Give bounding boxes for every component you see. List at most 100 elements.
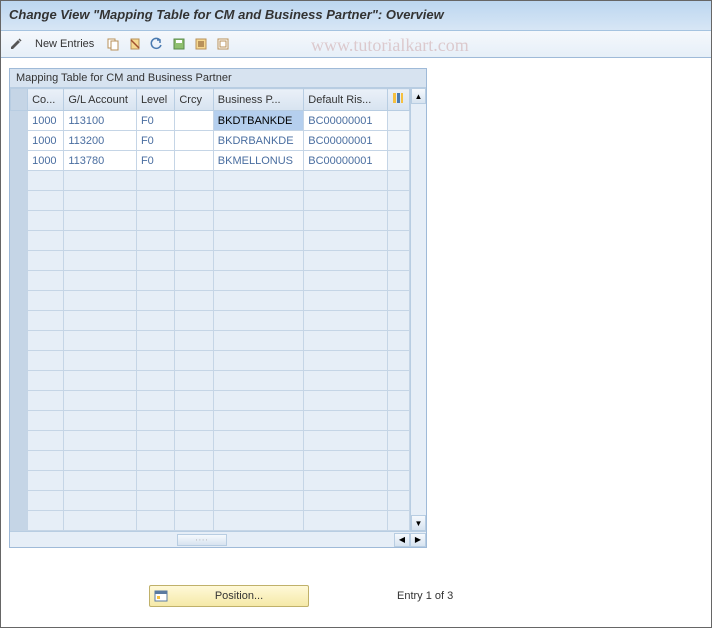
cell-empty[interactable] [213, 371, 304, 391]
cell-empty[interactable] [213, 251, 304, 271]
cell-empty[interactable] [213, 191, 304, 211]
cell-empty[interactable] [136, 171, 174, 191]
cell-empty[interactable] [213, 511, 304, 531]
cell-empty[interactable] [64, 171, 137, 191]
cell-empty[interactable] [304, 491, 387, 511]
row-selector[interactable] [11, 351, 28, 371]
cell-empty[interactable] [175, 391, 213, 411]
cell-empty[interactable] [28, 311, 64, 331]
table-row[interactable] [11, 271, 410, 291]
cell-empty[interactable] [175, 191, 213, 211]
cell-empty[interactable] [28, 371, 64, 391]
cell-empty[interactable] [28, 231, 64, 251]
save-icon[interactable] [170, 35, 188, 53]
cell-empty[interactable] [304, 511, 387, 531]
deselect-all-icon[interactable] [214, 35, 232, 53]
cell-empty[interactable] [64, 491, 137, 511]
cell-gl-account[interactable]: 113200 [64, 131, 137, 151]
change-icon[interactable] [7, 35, 25, 53]
cell-empty[interactable] [136, 311, 174, 331]
table-row[interactable] [11, 371, 410, 391]
cell-empty[interactable] [213, 271, 304, 291]
cell-empty[interactable] [213, 431, 304, 451]
cell-empty[interactable] [136, 331, 174, 351]
table-row[interactable] [11, 391, 410, 411]
cell-empty[interactable] [28, 271, 64, 291]
cell-empty[interactable] [304, 251, 387, 271]
row-selector[interactable] [11, 271, 28, 291]
row-selector[interactable] [11, 311, 28, 331]
col-header-level[interactable]: Level [136, 89, 174, 111]
col-header-company[interactable]: Co... [28, 89, 64, 111]
cell-empty[interactable] [64, 231, 137, 251]
table-row[interactable] [11, 491, 410, 511]
cell-empty[interactable] [64, 431, 137, 451]
cell-empty[interactable] [304, 291, 387, 311]
cell-empty[interactable] [28, 191, 64, 211]
cell-empty[interactable] [175, 311, 213, 331]
cell-empty[interactable] [136, 371, 174, 391]
table-row[interactable] [11, 231, 410, 251]
cell-gl-account[interactable]: 113100 [64, 111, 137, 131]
cell-empty[interactable] [304, 411, 387, 431]
cell-empty[interactable] [136, 451, 174, 471]
scroll-up-arrow[interactable]: ▲ [411, 88, 426, 104]
col-header-currency[interactable]: Crcy [175, 89, 213, 111]
cell-empty[interactable] [304, 211, 387, 231]
cell-empty[interactable] [175, 171, 213, 191]
cell-empty[interactable] [64, 411, 137, 431]
cell-empty[interactable] [304, 331, 387, 351]
row-selector[interactable] [11, 471, 28, 491]
cell-empty[interactable] [213, 291, 304, 311]
scroll-right-arrow[interactable]: ▶ [410, 533, 426, 547]
table-row[interactable] [11, 431, 410, 451]
table-row[interactable]: 1000113780F0BKMELLONUSBC00000001 [11, 151, 410, 171]
table-row[interactable] [11, 471, 410, 491]
cell-empty[interactable] [213, 331, 304, 351]
row-selector[interactable] [11, 431, 28, 451]
cell-empty[interactable] [304, 231, 387, 251]
table-row[interactable] [11, 311, 410, 331]
scroll-track[interactable] [411, 104, 426, 515]
cell-empty[interactable] [28, 431, 64, 451]
cell-empty[interactable] [304, 431, 387, 451]
cell-empty[interactable] [213, 231, 304, 251]
cell-currency[interactable] [175, 111, 213, 131]
cell-empty[interactable] [28, 491, 64, 511]
cell-empty[interactable] [136, 471, 174, 491]
cell-empty[interactable] [28, 211, 64, 231]
scroll-left-arrow[interactable]: ◀ [394, 533, 410, 547]
cell-empty[interactable] [304, 391, 387, 411]
row-selector[interactable] [11, 111, 28, 131]
cell-empty[interactable] [136, 211, 174, 231]
row-selector[interactable] [11, 411, 28, 431]
row-selector[interactable] [11, 131, 28, 151]
cell-empty[interactable] [136, 491, 174, 511]
cell-empty[interactable] [304, 451, 387, 471]
cell-default-risk[interactable]: BC00000001 [304, 131, 387, 151]
cell-empty[interactable] [64, 291, 137, 311]
row-selector[interactable] [11, 371, 28, 391]
config-column-icon[interactable] [387, 89, 409, 111]
cell-empty[interactable] [136, 511, 174, 531]
table-row[interactable] [11, 331, 410, 351]
cell-empty[interactable] [28, 411, 64, 431]
cell-empty[interactable] [304, 171, 387, 191]
cell-level[interactable]: F0 [136, 151, 174, 171]
cell-empty[interactable] [136, 191, 174, 211]
cell-empty[interactable] [28, 331, 64, 351]
cell-empty[interactable] [175, 471, 213, 491]
cell-company[interactable]: 1000 [28, 151, 64, 171]
cell-empty[interactable] [28, 171, 64, 191]
cell-empty[interactable] [136, 431, 174, 451]
table-row[interactable] [11, 191, 410, 211]
table-row[interactable] [11, 171, 410, 191]
table-row[interactable] [11, 251, 410, 271]
table-row[interactable] [11, 511, 410, 531]
cell-empty[interactable] [28, 511, 64, 531]
cell-empty[interactable] [136, 291, 174, 311]
cell-empty[interactable] [64, 371, 137, 391]
cell-empty[interactable] [213, 171, 304, 191]
cell-empty[interactable] [64, 311, 137, 331]
undo-icon[interactable] [148, 35, 166, 53]
